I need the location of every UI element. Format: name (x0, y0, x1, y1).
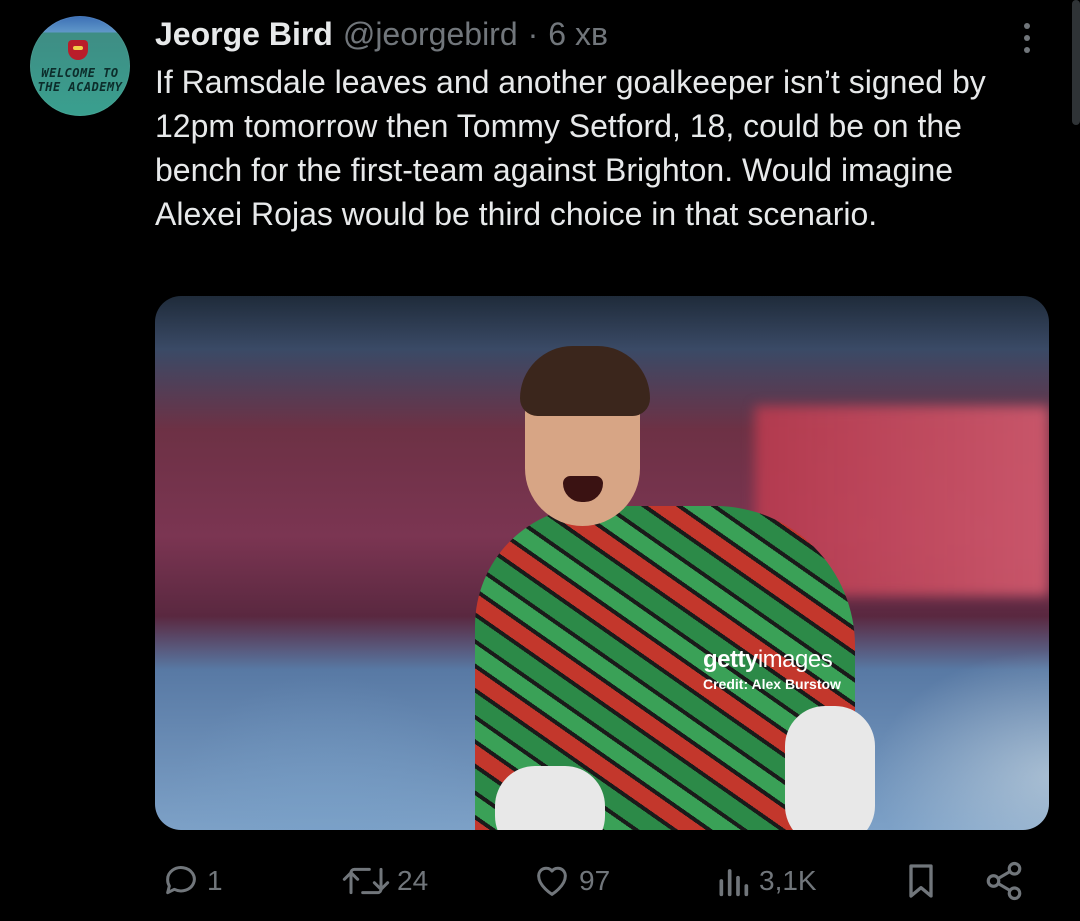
reply-button[interactable]: 1 (161, 856, 223, 906)
reply-icon (166, 866, 196, 895)
goalkeeper-figure (475, 326, 895, 830)
photo-credit: Credit: Alex Burstow (703, 676, 841, 692)
more-icon[interactable] (1012, 18, 1042, 58)
bookmark-button[interactable] (901, 856, 941, 906)
author-name[interactable]: Jeorge Bird (155, 16, 333, 53)
heart-icon (537, 866, 567, 896)
retweet-icon (342, 867, 390, 895)
share-button[interactable] (983, 856, 1025, 906)
player-hair (520, 346, 650, 416)
views-button[interactable]: 3,1K (713, 856, 817, 906)
views-count: 3,1K (759, 865, 817, 896)
scrollbar[interactable] (1072, 0, 1080, 125)
tweet-actions: 1 24 97 3,1K (155, 856, 1035, 906)
avatar[interactable]: WELCOME TO THE ACADEMY (30, 16, 130, 116)
timestamp[interactable]: 6 хв (548, 16, 608, 53)
avatar-sign-line-2: THE ACADEMY (37, 80, 123, 94)
getty-watermark: gettyimages Credit: Alex Burstow (703, 646, 841, 692)
right-glove (785, 706, 875, 830)
separator-dot: · (527, 15, 539, 52)
tweet-text: If Ramsdale leaves and another goalkeepe… (155, 64, 986, 232)
like-count: 97 (579, 865, 611, 896)
author-handle[interactable]: @jeorgebird (343, 16, 518, 53)
tweet-photo[interactable]: gettyimages Credit: Alex Burstow (155, 296, 1049, 830)
left-glove (495, 766, 605, 830)
bookmark-icon (909, 864, 933, 898)
avatar-sign-line-1: WELCOME TO (41, 66, 119, 80)
arsenal-crest-icon (68, 40, 88, 60)
tweet-header: Jeorge Bird @jeorgebird · 6 хв (155, 14, 608, 54)
getty-brand: gettyimages (703, 646, 833, 673)
retweet-button[interactable]: 24 (341, 856, 428, 906)
retweet-count: 24 (397, 865, 429, 896)
like-button[interactable]: 97 (531, 856, 610, 906)
views-icon (719, 869, 749, 897)
avatar-sign: WELCOME TO THE ACADEMY (34, 66, 126, 94)
share-icon (986, 861, 1022, 901)
reply-count: 1 (207, 865, 223, 896)
